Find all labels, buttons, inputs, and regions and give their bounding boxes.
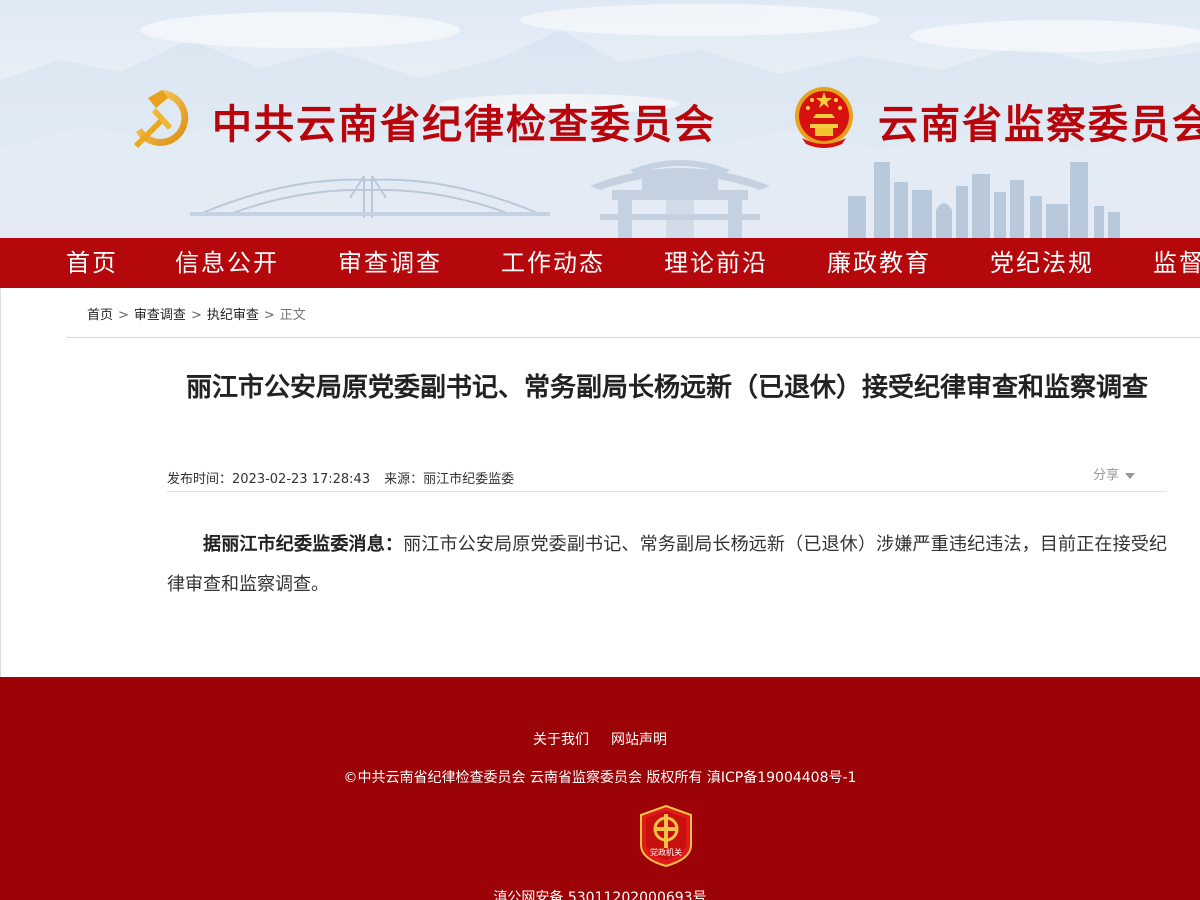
article-lead: 据丽江市纪委监委消息： [203, 534, 404, 555]
article-title: 丽江市公安局原党委副书记、常务副局长杨远新（已退休）接受纪律审查和监察调查 [185, 373, 1148, 403]
nav-item-info[interactable]: 信息公开 [175, 238, 279, 288]
breadcrumb-separator: > [263, 308, 275, 323]
share-button[interactable]: 分享 [1093, 464, 1136, 483]
nav-item-home[interactable]: 首页 [66, 238, 118, 288]
publish-time: 2023-02-23 17:28:43 [232, 472, 371, 487]
caret-down-icon [1125, 472, 1136, 479]
footer-link-statement[interactable]: 网站声明 [611, 732, 667, 748]
nav-item-review[interactable]: 审查调查 [338, 238, 442, 288]
publish-label: 发布时间： [167, 472, 233, 487]
nav-item-supervise[interactable]: 监督 [1153, 238, 1200, 288]
breadcrumb-separator: > [118, 308, 129, 323]
party-emblem-icon [134, 90, 189, 148]
article-meta: 发布时间：2023-02-23 17:28:43 来源：丽江市纪委监委 [167, 468, 514, 487]
breadcrumb-separator: > [190, 308, 202, 323]
article-body: 据丽江市纪委监委消息：丽江市公安局原党委副书记、常务副局长杨远新（已退休）涉嫌严… [167, 525, 1167, 605]
divider [167, 491, 1167, 492]
footer: 关于我们 网站声明 ©中共云南省纪律检查委员会 云南省监察委员会 版权所有 滇IC… [0, 677, 1200, 900]
footer-link-about[interactable]: 关于我们 [533, 732, 589, 748]
org-title-right: 云南省监察委员会 [878, 102, 1200, 148]
gov-organ-badge-icon[interactable]: 党政机关 [639, 805, 693, 867]
breadcrumb-review[interactable]: 审查调查 [134, 308, 186, 323]
breadcrumb: 首页 > 审查调查 > 执纪审查 > 正文 [87, 304, 306, 323]
breadcrumb-current: 正文 [279, 308, 306, 323]
police-record-text: 滇公网安备 53011202000693号 [493, 890, 707, 900]
copyright-text: ©中共云南省纪律检查委员会 云南省监察委员会 版权所有 滇ICP备1900440… [343, 770, 857, 786]
article-source: 丽江市纪委监委 [423, 472, 515, 487]
share-label: 分享 [1093, 468, 1120, 483]
source-label: 来源： [384, 472, 424, 487]
footer-links: 关于我们 网站声明 [0, 729, 1200, 749]
breadcrumb-discipline[interactable]: 执纪审查 [207, 308, 259, 323]
nav-item-rules[interactable]: 党纪法规 [990, 238, 1094, 288]
nav-item-news[interactable]: 工作动态 [501, 238, 605, 288]
divider [67, 337, 1200, 338]
breadcrumb-home[interactable]: 首页 [87, 308, 113, 323]
nav-item-theory[interactable]: 理论前沿 [664, 238, 768, 288]
article-container: 首页 > 审查调查 > 执纪审查 > 正文 丽江市公安局原党委副书记、常务副局长杨远新（已退… [0, 288, 1200, 677]
header-banner: 中共云南省纪律检查委员会 云南省监察委员会 [0, 0, 1200, 238]
main-nav: 首页 信息公开 审查调查 工作动态 理论前沿 廉政教育 党纪法规 监督 [0, 238, 1200, 288]
national-emblem-icon [795, 87, 853, 148]
nav-item-education[interactable]: 廉政教育 [827, 238, 931, 288]
org-title-left: 中共云南省纪律检查委员会 [212, 102, 716, 148]
badge-text: 党政机关 [650, 847, 682, 857]
